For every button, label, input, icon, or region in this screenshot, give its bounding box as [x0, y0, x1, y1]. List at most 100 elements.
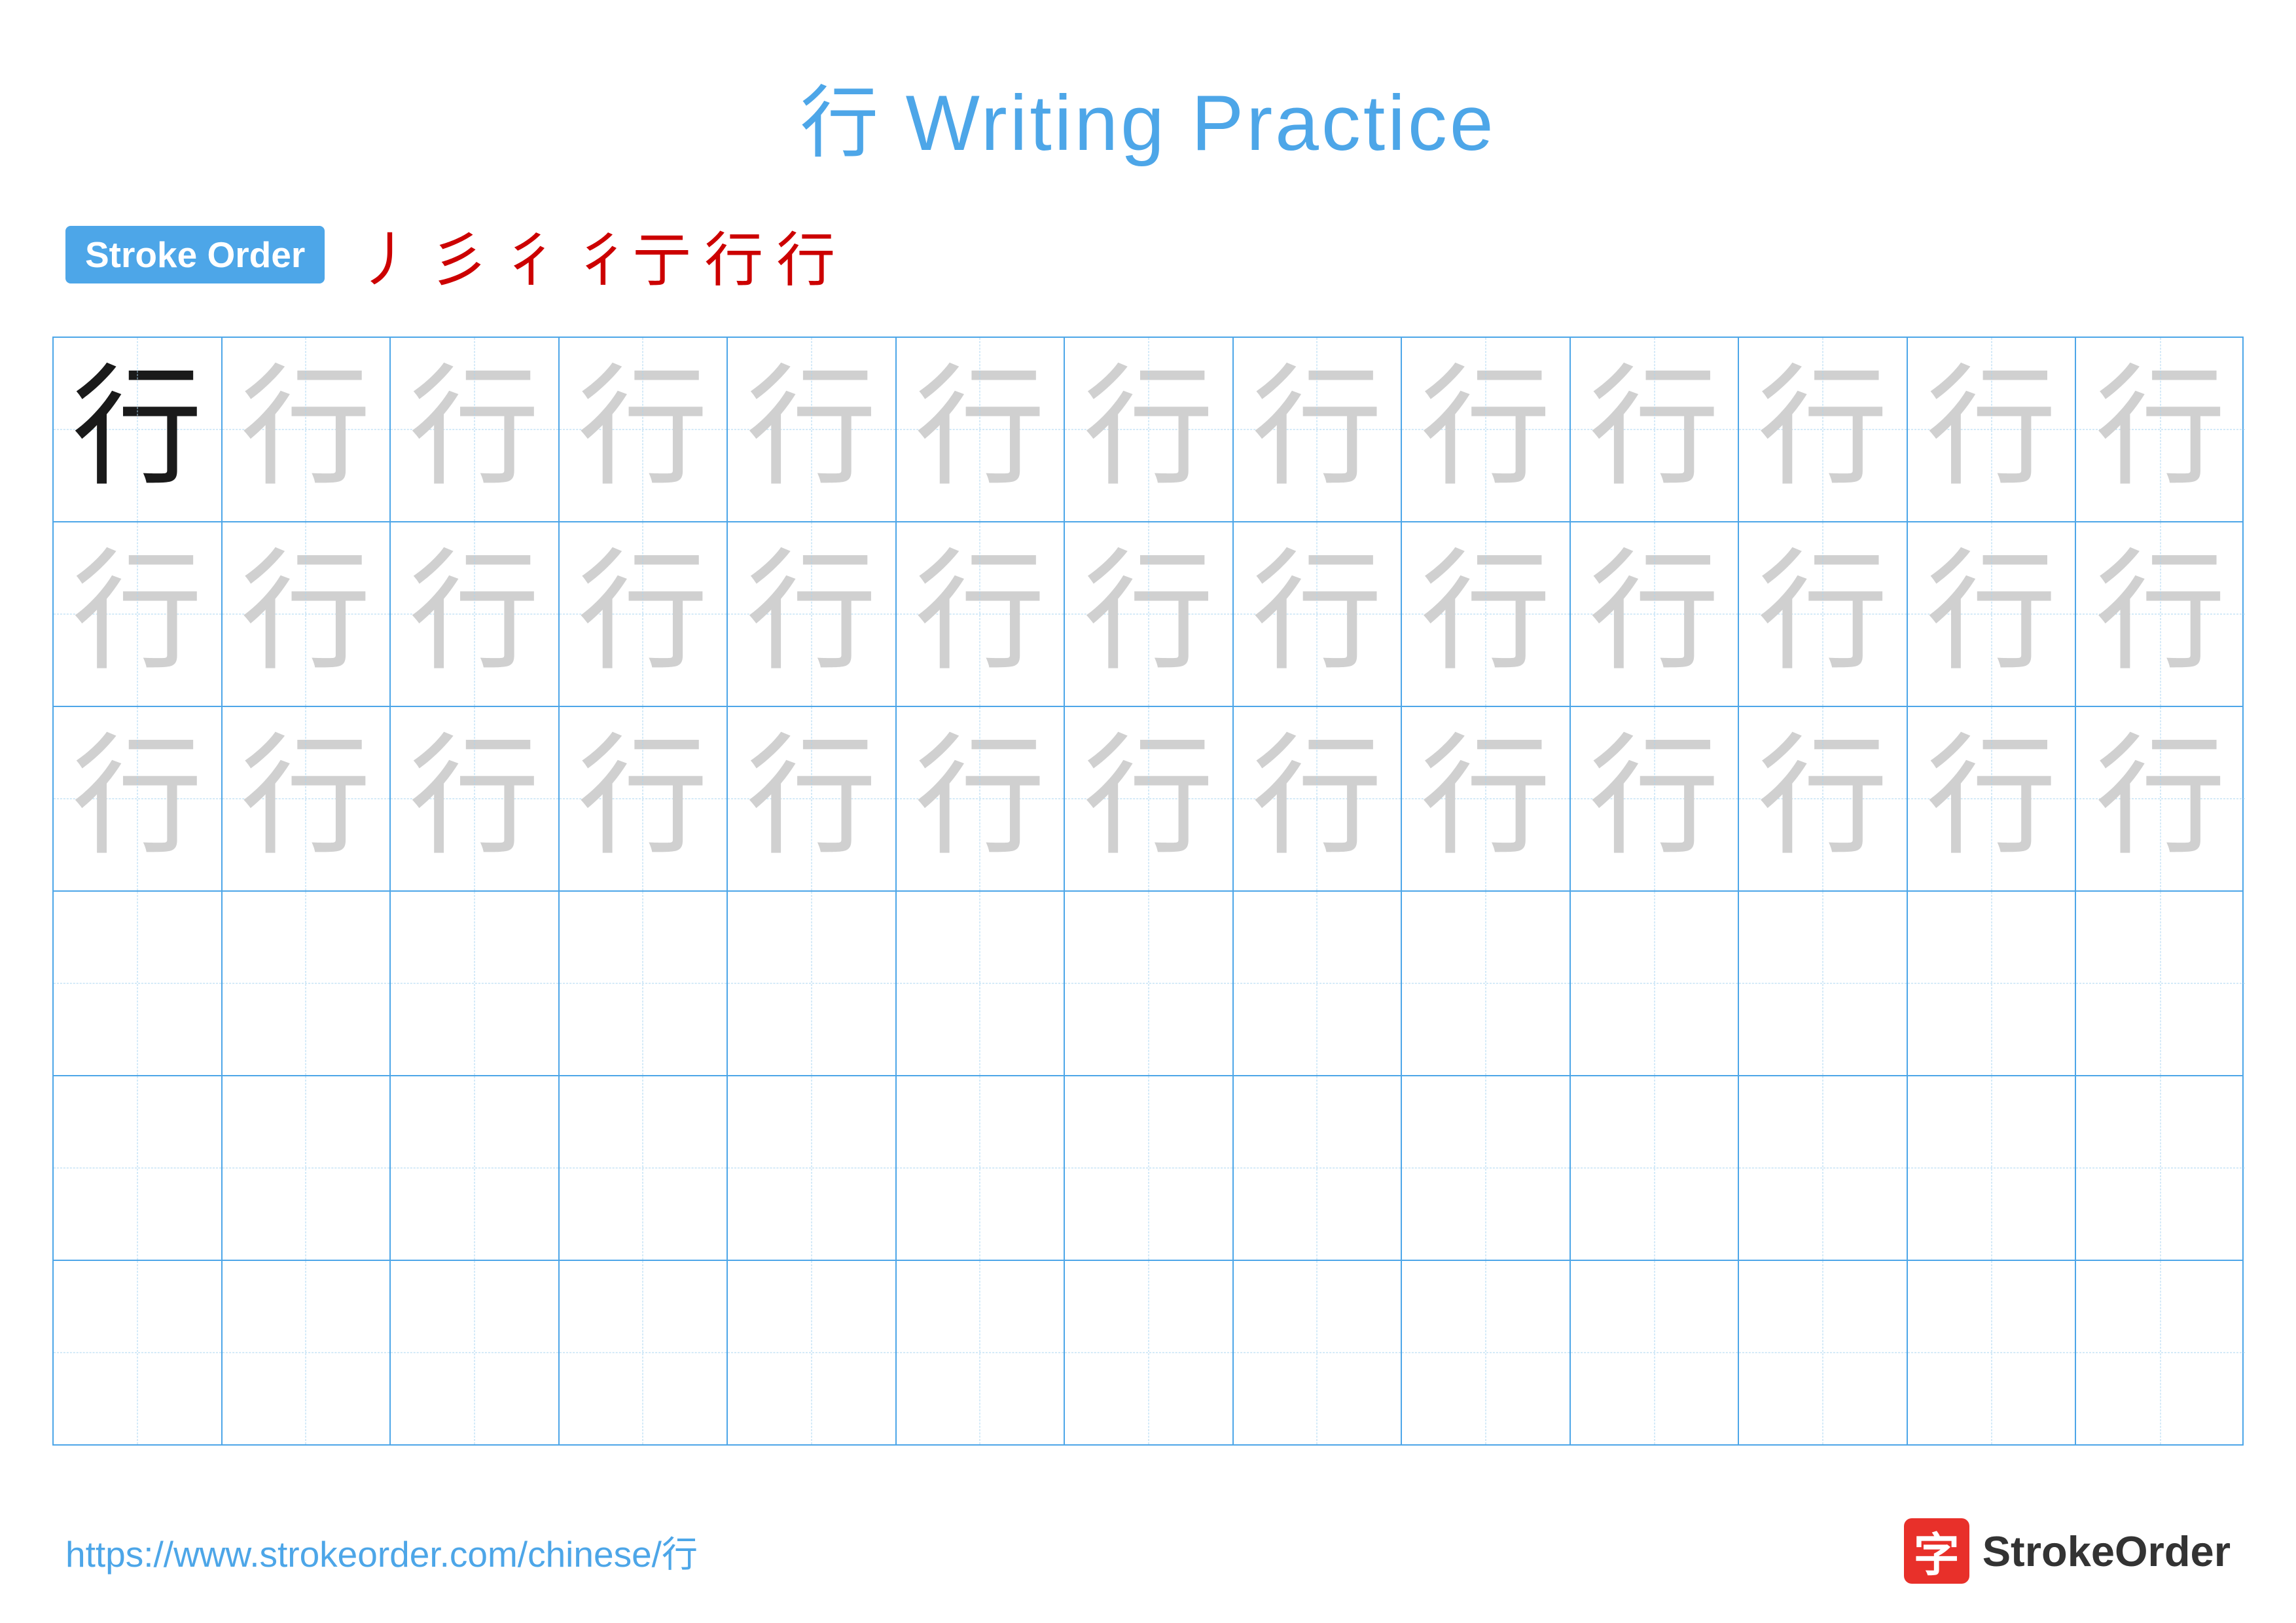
char-light: 行 [1083, 549, 1214, 680]
char-dark: 行 [72, 364, 203, 495]
grid-cell-r3-c5[interactable]: 行 [728, 707, 897, 890]
stroke-3: 彳 [501, 212, 560, 297]
grid-cell-r6-c11[interactable] [1739, 1261, 1908, 1444]
grid-cell-r2-c12[interactable]: 行 [1908, 522, 2077, 706]
grid-cell-r5-c12[interactable] [1908, 1076, 2077, 1260]
char-light: 行 [1757, 364, 1888, 495]
char-light: 行 [914, 733, 1045, 864]
char-light: 行 [1926, 733, 2057, 864]
grid-cell-r5-c10[interactable] [1571, 1076, 1740, 1260]
grid-cell-r4-c11[interactable] [1739, 892, 1908, 1075]
page-title: 行 Writing Practice [0, 0, 2296, 173]
grid-cell-r3-c7[interactable]: 行 [1065, 707, 1234, 890]
grid-cell-r3-c8[interactable]: 行 [1234, 707, 1403, 890]
grid-cell-r1-c9[interactable]: 行 [1402, 338, 1571, 521]
grid-cell-r5-c7[interactable] [1065, 1076, 1234, 1260]
grid-cell-r6-c8[interactable] [1234, 1261, 1403, 1444]
grid-cell-r1-c10[interactable]: 行 [1571, 338, 1740, 521]
grid-cell-r3-c1[interactable]: 行 [54, 707, 223, 890]
grid-cell-r6-c5[interactable] [728, 1261, 897, 1444]
grid-cell-r4-c1[interactable] [54, 892, 223, 1075]
grid-cell-r2-c9[interactable]: 行 [1402, 522, 1571, 706]
grid-cell-r2-c5[interactable]: 行 [728, 522, 897, 706]
char-light: 行 [1420, 364, 1551, 495]
char-light: 行 [746, 733, 877, 864]
grid-cell-r5-c11[interactable] [1739, 1076, 1908, 1260]
grid-cell-r4-c7[interactable] [1065, 892, 1234, 1075]
grid-cell-r1-c3[interactable]: 行 [391, 338, 560, 521]
grid-cell-r2-c8[interactable]: 行 [1234, 522, 1403, 706]
grid-cell-r3-c10[interactable]: 行 [1571, 707, 1740, 890]
grid-cell-r3-c9[interactable]: 行 [1402, 707, 1571, 890]
grid-cell-r3-c11[interactable]: 行 [1739, 707, 1908, 890]
char-light: 行 [914, 364, 1045, 495]
grid-cell-r2-c7[interactable]: 行 [1065, 522, 1234, 706]
grid-cell-r3-c6[interactable]: 行 [897, 707, 1066, 890]
grid-cell-r2-c2[interactable]: 行 [223, 522, 391, 706]
stroke-6: 行 [776, 212, 835, 297]
stroke-1: 丿 [357, 212, 416, 297]
grid-cell-r1-c13[interactable]: 行 [2076, 338, 2245, 521]
grid-cell-r2-c1[interactable]: 行 [54, 522, 223, 706]
grid-cell-r6-c7[interactable] [1065, 1261, 1234, 1444]
grid-cell-r4-c13[interactable] [2076, 892, 2245, 1075]
grid-cell-r1-c1[interactable]: 行 [54, 338, 223, 521]
grid-cell-r5-c2[interactable] [223, 1076, 391, 1260]
grid-cell-r6-c2[interactable] [223, 1261, 391, 1444]
grid-cell-r3-c13[interactable]: 行 [2076, 707, 2245, 890]
grid-cell-r5-c1[interactable] [54, 1076, 223, 1260]
grid-cell-r3-c2[interactable]: 行 [223, 707, 391, 890]
grid-cell-r5-c4[interactable] [560, 1076, 728, 1260]
grid-cell-r6-c13[interactable] [2076, 1261, 2245, 1444]
grid-cell-r1-c8[interactable]: 行 [1234, 338, 1403, 521]
grid-cell-r4-c3[interactable] [391, 892, 560, 1075]
grid-cell-r1-c11[interactable]: 行 [1739, 338, 1908, 521]
grid-cell-r6-c1[interactable] [54, 1261, 223, 1444]
grid-cell-r6-c12[interactable] [1908, 1261, 2077, 1444]
grid-cell-r4-c6[interactable] [897, 892, 1066, 1075]
grid-cell-r1-c4[interactable]: 行 [560, 338, 728, 521]
grid-cell-r4-c8[interactable] [1234, 892, 1403, 1075]
grid-cell-r2-c3[interactable]: 行 [391, 522, 560, 706]
grid-cell-r2-c6[interactable]: 行 [897, 522, 1066, 706]
grid-cell-r1-c6[interactable]: 行 [897, 338, 1066, 521]
grid-cell-r2-c4[interactable]: 行 [560, 522, 728, 706]
grid-cell-r5-c8[interactable] [1234, 1076, 1403, 1260]
grid-cell-r5-c6[interactable] [897, 1076, 1066, 1260]
char-light: 行 [1757, 549, 1888, 680]
char-light: 行 [1420, 549, 1551, 680]
char-light: 行 [746, 364, 877, 495]
char-light: 行 [1251, 549, 1382, 680]
grid-cell-r2-c10[interactable]: 行 [1571, 522, 1740, 706]
grid-cell-r4-c12[interactable] [1908, 892, 2077, 1075]
grid-cell-r1-c7[interactable]: 行 [1065, 338, 1234, 521]
footer-url[interactable]: https://www.strokeorder.com/chinese/行 [65, 1525, 698, 1577]
grid-cell-r5-c3[interactable] [391, 1076, 560, 1260]
grid-cell-r4-c9[interactable] [1402, 892, 1571, 1075]
grid-cell-r1-c2[interactable]: 行 [223, 338, 391, 521]
grid-cell-r6-c3[interactable] [391, 1261, 560, 1444]
grid-cell-r4-c5[interactable] [728, 892, 897, 1075]
grid-cell-r6-c6[interactable] [897, 1261, 1066, 1444]
grid-cell-r4-c4[interactable] [560, 892, 728, 1075]
grid-cell-r3-c4[interactable]: 行 [560, 707, 728, 890]
grid-cell-r6-c10[interactable] [1571, 1261, 1740, 1444]
grid-cell-r3-c12[interactable]: 行 [1908, 707, 2077, 890]
grid-cell-r1-c5[interactable]: 行 [728, 338, 897, 521]
grid-cell-r4-c2[interactable] [223, 892, 391, 1075]
grid-cell-r5-c5[interactable] [728, 1076, 897, 1260]
char-light: 行 [1420, 733, 1551, 864]
char-light: 行 [240, 733, 371, 864]
grid-cell-r2-c11[interactable]: 行 [1739, 522, 1908, 706]
grid-cell-r4-c10[interactable] [1571, 892, 1740, 1075]
grid-cell-r5-c9[interactable] [1402, 1076, 1571, 1260]
grid-cell-r6-c9[interactable] [1402, 1261, 1571, 1444]
grid-cell-r2-c13[interactable]: 行 [2076, 522, 2245, 706]
grid-row-1: 行 行 行 行 行 行 行 行 行 行 行 行 [54, 338, 2242, 522]
grid-cell-r5-c13[interactable] [2076, 1076, 2245, 1260]
char-light: 行 [1083, 364, 1214, 495]
grid-cell-r1-c12[interactable]: 行 [1908, 338, 2077, 521]
grid-cell-r6-c4[interactable] [560, 1261, 728, 1444]
grid-row-6 [54, 1261, 2242, 1444]
grid-cell-r3-c3[interactable]: 行 [391, 707, 560, 890]
